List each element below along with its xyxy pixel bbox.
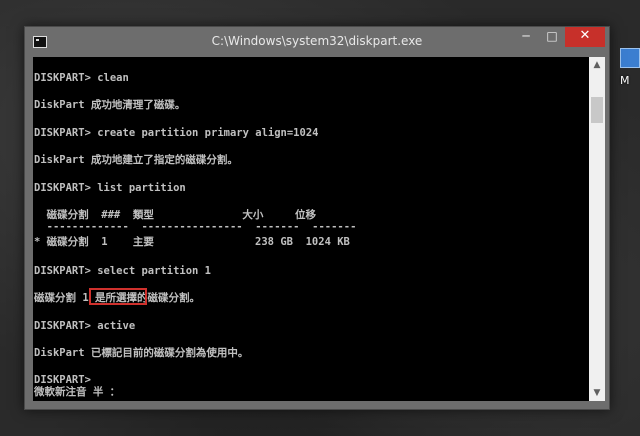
table-separator: ------------- ---------------- ------- -… <box>34 221 357 233</box>
scroll-thumb[interactable] <box>591 97 603 123</box>
ime-status: 微軟新注音 半 ： <box>34 386 121 398</box>
console-line: DISKPART> list partition <box>34 182 186 194</box>
console-line: DISKPART> clean <box>34 72 129 84</box>
console-line: DISKPART> create partition primary align… <box>34 127 319 139</box>
scroll-up-arrow-icon[interactable]: ▲ <box>589 57 605 73</box>
desktop-shortcut-icon[interactable]: M <box>620 48 640 88</box>
maximize-button[interactable]: □ <box>539 27 565 47</box>
console-line: DiskPart 成功地建立了指定的磁碟分割。 <box>34 154 238 166</box>
console-output[interactable]: DISKPART> clean DiskPart 成功地清理了磁碟。 DISKP… <box>33 57 589 401</box>
table-row: * 磁碟分割 1 主要 238 GB 1024 KB <box>34 236 350 248</box>
console-window: C:\Windows\system32\diskpart.exe ─ □ ✕ D… <box>24 26 610 410</box>
desktop-shortcut-label: M <box>620 74 630 87</box>
minimize-button[interactable]: ─ <box>513 27 539 47</box>
console-line: DISKPART> select partition 1 <box>34 265 212 277</box>
close-button[interactable]: ✕ <box>565 27 605 47</box>
console-line: DiskPart 已標記目前的磁碟分割為使用中。 <box>34 347 249 359</box>
vertical-scrollbar[interactable]: ▲ ▼ <box>589 57 605 401</box>
console-line: DISKPART> active <box>34 320 136 332</box>
shortcut-image-icon <box>620 48 640 68</box>
active-command-highlight <box>89 288 147 305</box>
title-bar[interactable]: C:\Windows\system32\diskpart.exe ─ □ ✕ <box>25 27 609 57</box>
console-line: DiskPart 成功地清理了磁碟。 <box>34 99 186 111</box>
scroll-down-arrow-icon[interactable]: ▼ <box>589 385 605 401</box>
